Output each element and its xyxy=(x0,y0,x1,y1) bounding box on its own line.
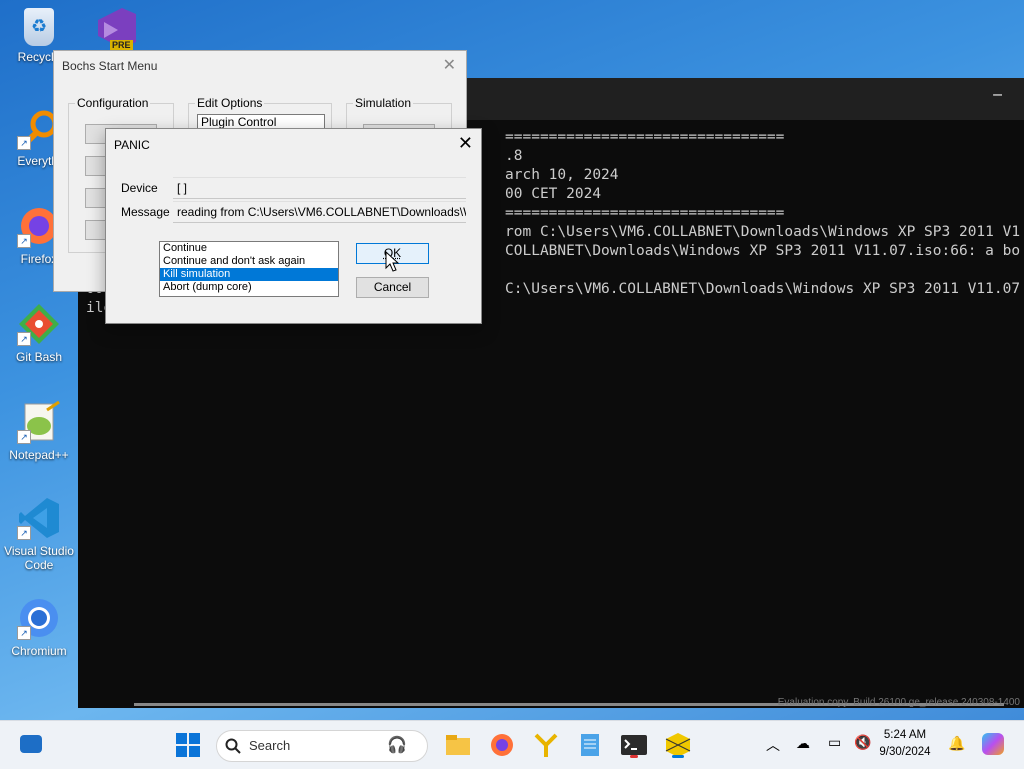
desktop-icon-vscode[interactable]: ↗ Visual Studio Code xyxy=(4,496,74,572)
desktop-icon-chromium[interactable]: ↗ Chromium xyxy=(4,596,74,658)
chromium-icon: ↗ xyxy=(17,596,61,640)
desktop-icon-notepad-plus-plus[interactable]: ↗ Notepad++ xyxy=(4,400,74,462)
taskbar: Search 🎧 ︿ ☁ ▭ 🔇 5:24 AM 9/30/2024 🔔 xyxy=(0,720,1024,769)
network-icon[interactable]: ▭ xyxy=(828,734,841,751)
notepad-plus-plus-icon: ↗ xyxy=(17,400,61,444)
action-choice-list[interactable]: Continue Continue and don't ask again Ki… xyxy=(159,241,339,297)
search-icon xyxy=(225,738,241,754)
active-app-indicator xyxy=(630,755,638,758)
close-button[interactable]: ✕ xyxy=(443,55,456,75)
bochs-icon[interactable] xyxy=(664,731,692,759)
list-item-selected[interactable]: Kill simulation xyxy=(160,268,338,281)
desktop-icon-label: Firefox xyxy=(20,252,58,266)
minimize-button[interactable]: – xyxy=(993,86,1002,104)
desktop-icon-label: Notepad++ xyxy=(9,448,69,462)
onedrive-icon[interactable]: ☁ xyxy=(796,735,810,752)
taskbar-search-box[interactable]: Search 🎧 xyxy=(216,730,428,762)
desktop-icon-label: Chromium xyxy=(11,644,67,658)
watermark-text: Evaluation copy. Build 26100.ge_release.… xyxy=(777,697,1020,708)
desktop-icon-label: Git Bash xyxy=(15,350,63,364)
message-label: Message xyxy=(121,205,170,219)
list-item[interactable]: Abort (dump core) xyxy=(160,281,338,294)
desktop-icon-git-bash[interactable]: ↗ Git Bash xyxy=(4,302,74,364)
git-icon: ↗ xyxy=(17,302,61,346)
list-item[interactable]: Plugin Control xyxy=(198,115,276,129)
search-placeholder: Search xyxy=(249,738,291,753)
git-extensions-icon[interactable] xyxy=(532,731,560,759)
volume-icon[interactable]: 🔇 xyxy=(854,734,871,751)
terminal-icon[interactable] xyxy=(620,731,648,759)
start-button[interactable] xyxy=(176,733,200,757)
desktop-icon-label: Visual Studio Code xyxy=(4,544,74,572)
notepad-icon[interactable] xyxy=(576,731,604,759)
list-item[interactable]: Continue xyxy=(160,242,338,255)
close-button[interactable]: ✕ xyxy=(458,133,473,154)
file-explorer-icon[interactable] xyxy=(444,731,472,759)
device-label: Device xyxy=(121,181,158,195)
panic-dialog[interactable]: PANIC ✕ Device [ ] Message reading from … xyxy=(105,128,482,324)
group-label: Configuration xyxy=(75,96,151,110)
search-highlight-icon: 🎧 xyxy=(387,737,407,754)
chevron-up-icon[interactable]: ︿ xyxy=(766,735,780,755)
cancel-button[interactable]: Cancel xyxy=(356,277,429,298)
recycle-bin-icon: ♻ xyxy=(24,8,54,46)
visual-studio-preview-icon[interactable]: PRE xyxy=(92,6,138,50)
window-title: Bochs Start Menu xyxy=(62,59,158,73)
system-clock[interactable]: 5:24 AM 9/30/2024 xyxy=(870,727,940,761)
group-label: Edit Options xyxy=(195,96,265,110)
notification-bell-icon[interactable]: 🔔 xyxy=(948,735,965,752)
group-label: Simulation xyxy=(353,96,414,110)
vscode-icon: ↗ xyxy=(17,496,61,540)
preview-badge: PRE xyxy=(110,40,133,50)
windows-icon xyxy=(176,733,200,757)
device-field: [ ] xyxy=(173,177,466,199)
copilot-icon[interactable] xyxy=(982,733,1004,755)
message-field: reading from C:\Users\VM6.COLLABNET\Down… xyxy=(173,201,466,223)
list-item[interactable]: Continue and don't ask again xyxy=(160,255,338,268)
widgets-icon[interactable] xyxy=(20,735,42,753)
dialog-title: PANIC xyxy=(114,138,150,152)
clock-time: 5:24 AM xyxy=(883,729,927,741)
mouse-cursor-icon xyxy=(385,251,399,272)
firefox-icon[interactable] xyxy=(488,731,516,759)
active-app-indicator xyxy=(672,755,684,758)
clock-date: 9/30/2024 xyxy=(879,746,931,758)
